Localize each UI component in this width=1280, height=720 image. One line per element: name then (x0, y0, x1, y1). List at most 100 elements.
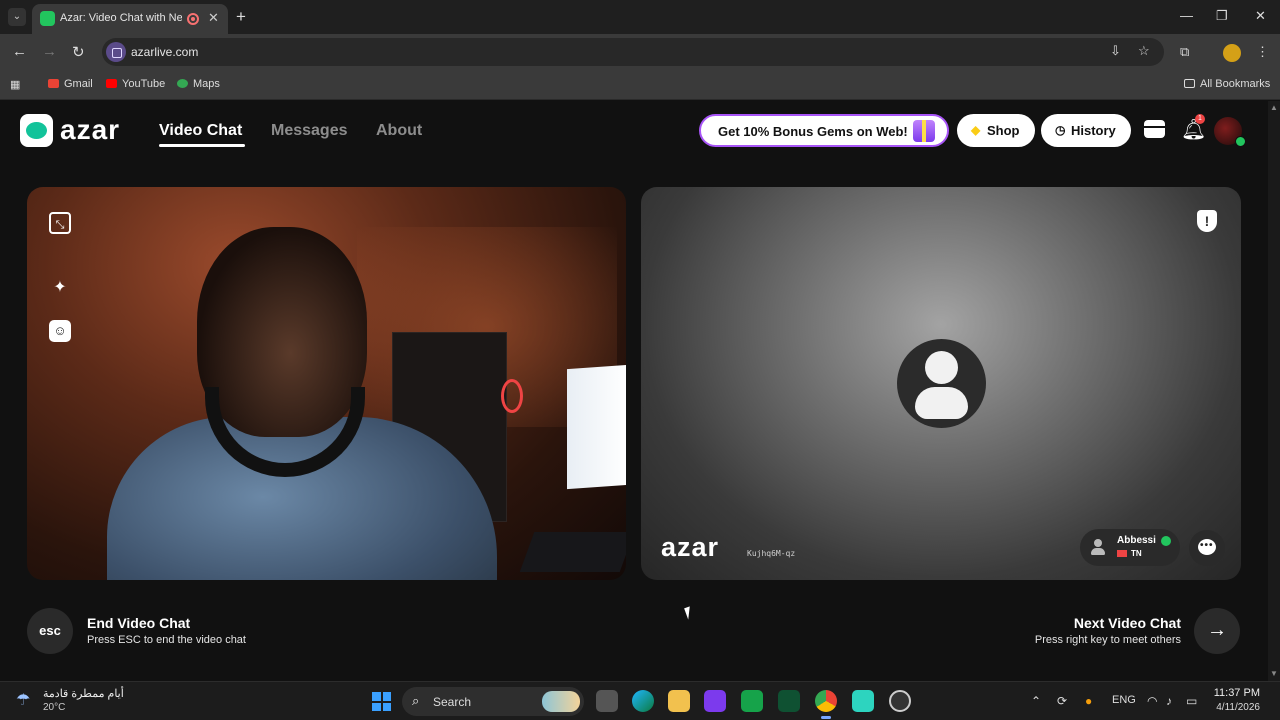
chrome-active-indicator (821, 716, 831, 719)
recording-indicator-icon (187, 13, 199, 25)
browser-profile-avatar[interactable] (1223, 44, 1241, 62)
promo-label: Get 10% Bonus Gems on Web! (718, 124, 908, 139)
minimize-button[interactable]: — (1180, 8, 1193, 23)
volume-icon[interactable]: ♪ (1166, 694, 1172, 708)
weather-temperature[interactable]: 20°C (43, 702, 65, 713)
avatar-status-badge (1235, 136, 1246, 147)
clock-date[interactable]: 4/11/2026 (1216, 702, 1260, 713)
self-camera-view: ⤡ ✦ ☺ (27, 187, 626, 580)
windows-start-icon[interactable] (372, 692, 391, 711)
address-bar-row: ← → ↻ azarlive.com ⇩ ☆ ⧉ ⋮ (0, 34, 1280, 70)
play-app-icon[interactable] (778, 690, 800, 712)
history-label: History (1071, 123, 1116, 138)
page-scrollbar[interactable]: ▲ ▼ (1268, 101, 1280, 681)
edge-icon[interactable] (632, 690, 654, 712)
next-chat-subtitle: Press right key to meet others (1034, 634, 1181, 646)
tab-search-button[interactable]: ⌄ (8, 8, 26, 26)
recorder-app-icon[interactable] (889, 690, 911, 712)
pc-fan-light (501, 379, 523, 413)
browser-menu-icon[interactable]: ⋮ (1256, 44, 1269, 60)
partner-camera-view: ! azar Kujhq6M-qz Abbessi TN ••• (641, 187, 1241, 580)
monitor-light (567, 364, 626, 490)
back-arrow-icon[interactable]: ← (12, 43, 27, 60)
browser-tab[interactable]: Azar: Video Chat with New ✕ (32, 4, 228, 34)
tab-title: Azar: Video Chat with New (60, 12, 182, 24)
tray-overflow-icon[interactable]: ⌃ (1031, 694, 1041, 708)
close-window-button[interactable]: ✕ (1255, 8, 1266, 24)
sync-icon[interactable]: ⟳ (1057, 694, 1067, 708)
chrome-icon[interactable] (815, 690, 837, 712)
tab-close-icon[interactable]: ✕ (208, 10, 219, 26)
scroll-up-icon[interactable]: ▲ (1270, 103, 1278, 112)
bookmark-youtube[interactable]: YouTube (106, 78, 165, 90)
apps-grid-icon[interactable]: ▦ (10, 78, 20, 91)
camera-app-icon[interactable] (704, 690, 726, 712)
chat-dots-icon: ••• (1200, 540, 1214, 551)
maximize-button[interactable]: ❐ (1216, 8, 1228, 24)
tunisia-flag-icon (1117, 550, 1127, 557)
folder-icon (1184, 79, 1195, 88)
magic-wand-effects-icon[interactable]: ✦ (49, 277, 71, 299)
xbox-icon[interactable] (741, 690, 763, 712)
messenger-app-icon[interactable] (852, 690, 874, 712)
next-chat-title: Next Video Chat (1073, 615, 1181, 631)
partner-name: Abbessi (1117, 535, 1156, 546)
history-button[interactable]: ◷ History (1041, 114, 1131, 147)
mouse-cursor-icon (684, 606, 694, 620)
battery-icon[interactable]: ▭ (1186, 694, 1197, 708)
user-icon (1090, 539, 1106, 555)
all-bookmarks[interactable]: All Bookmarks (1184, 78, 1270, 90)
gem-icon: ◆ (971, 123, 981, 137)
bookmark-maps[interactable]: Maps (177, 78, 220, 90)
search-icon: ⌕ (412, 693, 420, 708)
partner-country: TN (1131, 549, 1142, 558)
bonus-gems-promo-button[interactable]: Get 10% Bonus Gems on Web! (699, 114, 949, 147)
site-info-icon[interactable] (106, 42, 126, 62)
wifi-icon[interactable]: ◠ (1147, 694, 1157, 708)
weather-forecast[interactable]: أيام ممطرة قادمة (43, 687, 124, 700)
end-chat-esc-button[interactable]: esc (27, 608, 73, 654)
report-icon[interactable]: ! (1197, 210, 1217, 232)
url-text[interactable]: azarlive.com (131, 45, 198, 59)
scroll-down-icon[interactable]: ▼ (1270, 669, 1278, 678)
gift-icon (913, 120, 935, 142)
partner-profile-chip[interactable]: Abbessi TN (1080, 529, 1180, 566)
bookmark-star-icon[interactable]: ☆ (1138, 43, 1150, 59)
task-view-icon[interactable] (596, 690, 618, 712)
taskbar-search[interactable]: ⌕ Search (402, 687, 584, 716)
rain-weather-icon[interactable]: ☂ (16, 690, 30, 710)
avatar-body (915, 387, 968, 419)
azar-logo-text[interactable]: azar (60, 114, 120, 146)
end-chat-title: End Video Chat (87, 615, 191, 631)
forward-arrow-icon[interactable]: → (42, 43, 57, 60)
install-app-icon[interactable]: ⇩ (1110, 43, 1121, 59)
minimize-view-icon[interactable]: ⤡ (49, 212, 71, 234)
shop-label: Shop (987, 123, 1020, 138)
nav-video-chat[interactable]: Video Chat (159, 122, 242, 140)
azar-page: azar Video Chat Messages About Get 10% B… (0, 101, 1268, 681)
omnibox[interactable]: azarlive.com ⇩ ☆ (102, 38, 1164, 66)
partner-placeholder-avatar (897, 339, 986, 428)
clock-icon: ◷ (1055, 123, 1066, 137)
file-explorer-icon[interactable] (668, 690, 690, 712)
face-sticker-icon[interactable]: ☺ (49, 320, 71, 342)
nav-messages[interactable]: Messages (271, 122, 348, 140)
extensions-icon[interactable]: ⧉ (1180, 44, 1189, 60)
clock-time[interactable]: 11:37 PM (1214, 687, 1260, 699)
end-chat-subtitle: Press ESC to end the video chat (87, 634, 246, 646)
azar-logo-icon[interactable] (20, 114, 53, 147)
next-chat-arrow-button[interactable]: → (1194, 608, 1240, 654)
avatar-head (925, 351, 958, 384)
reload-icon[interactable]: ↻ (72, 43, 85, 61)
shop-button[interactable]: ◆ Shop (957, 114, 1035, 147)
azar-favicon-icon (40, 11, 55, 26)
search-label: Search (433, 695, 472, 709)
chat-bubble-button[interactable]: ••• (1189, 530, 1225, 566)
new-tab-button[interactable]: + (236, 7, 246, 27)
microphone-icon[interactable]: ● (1085, 694, 1092, 708)
input-language[interactable]: ENG (1112, 694, 1136, 706)
windows-taskbar: ☂ أيام ممطرة قادمة 20°C ⌕ Search ⌃ ⟳ ● E… (0, 681, 1280, 720)
bookmark-gmail[interactable]: Gmail (48, 78, 93, 90)
inbox-icon[interactable] (1144, 120, 1165, 138)
nav-about[interactable]: About (376, 122, 422, 140)
